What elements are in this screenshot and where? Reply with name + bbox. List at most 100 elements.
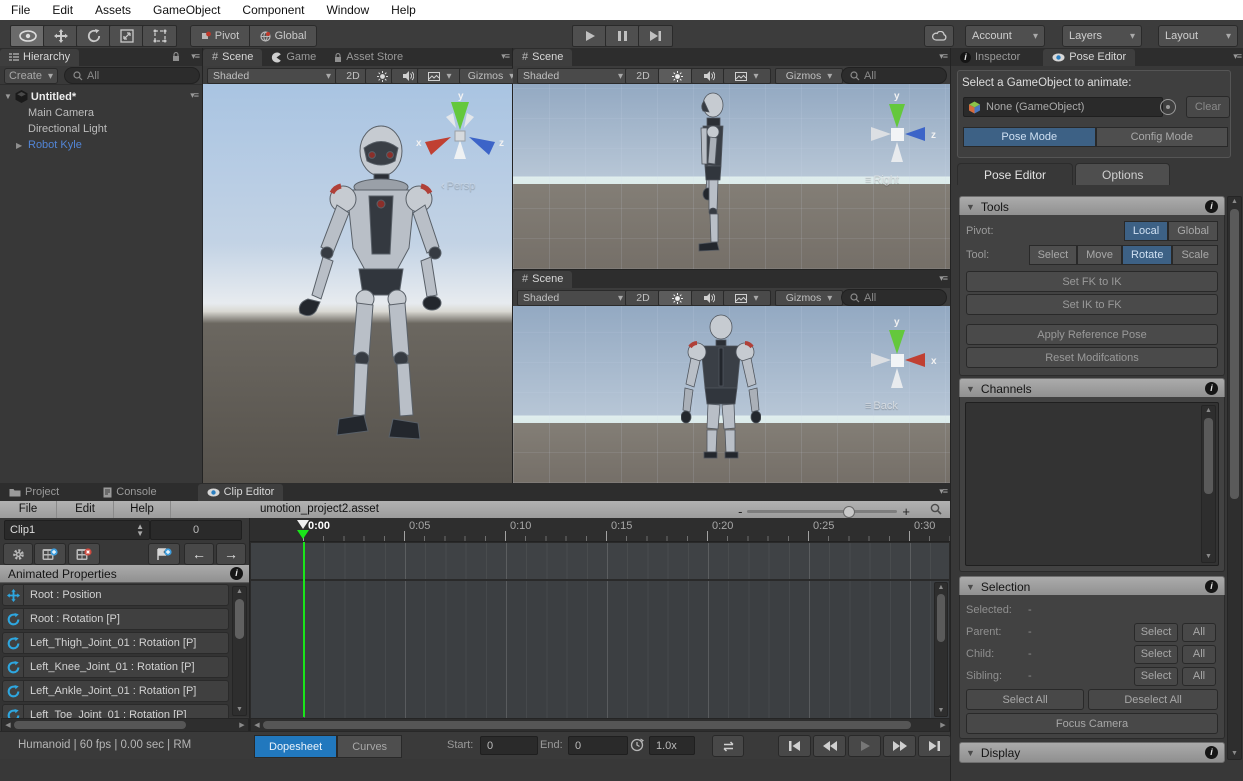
scale-tool-button[interactable] [109, 25, 144, 47]
play-button[interactable] [572, 25, 607, 47]
zoom-slider[interactable] [747, 510, 897, 513]
create-button[interactable]: Create [4, 68, 58, 84]
info-icon[interactable] [1205, 580, 1218, 593]
select-all-button[interactable]: Select All [966, 689, 1084, 710]
select-button[interactable]: Select [1134, 645, 1178, 664]
tab-scene[interactable]: # Scene [203, 49, 262, 66]
inspector-scrollbar[interactable]: ▲ ▼ [1227, 196, 1242, 760]
play-clip-button[interactable] [848, 735, 881, 757]
select-button[interactable]: Select [1134, 667, 1178, 686]
scroll-down-icon[interactable]: ▼ [1203, 552, 1214, 562]
effects-dropdown[interactable] [723, 68, 771, 84]
effects-dropdown[interactable] [417, 68, 463, 84]
scroll-up-icon[interactable]: ▲ [1203, 406, 1214, 416]
prev-key-button[interactable]: ← [184, 543, 214, 565]
step-button[interactable] [638, 25, 673, 47]
tab-inspector[interactable]: Inspector [951, 49, 1029, 66]
all-button[interactable]: All [1182, 667, 1216, 686]
scene-search-input[interactable]: All [841, 67, 947, 84]
cloud-button[interactable] [924, 25, 954, 47]
scene-right-panel-menu[interactable] [939, 51, 947, 62]
bottom-panel-menu[interactable] [939, 486, 947, 497]
scene-row-menu[interactable] [190, 90, 198, 101]
tool-move[interactable]: Move [1077, 245, 1122, 265]
skip-start-button[interactable] [778, 735, 811, 757]
scroll-thumb[interactable] [937, 594, 945, 642]
persp-label[interactable]: ‹Persp [441, 180, 475, 192]
scroll-thumb[interactable] [235, 599, 244, 639]
audio-toggle[interactable] [691, 68, 727, 84]
hierarchy-item-directional-light[interactable]: Directional Light [0, 121, 202, 137]
settings-button[interactable] [3, 543, 33, 565]
tab-asset-store[interactable]: Asset Store [325, 49, 412, 66]
subtab-options[interactable]: Options [1075, 163, 1170, 185]
scroll-left-icon[interactable]: ◀ [2, 721, 14, 729]
tool-scale[interactable]: Scale [1172, 245, 1218, 265]
property-row-left-ankle-joint-01-rotation-p-[interactable]: Left_Ankle_Joint_01 : Rotation [P] [2, 680, 229, 702]
menu-item-help[interactable]: Help [380, 0, 427, 20]
loop-button[interactable] [712, 735, 744, 757]
property-row-root-position[interactable]: Root : Position [2, 584, 229, 606]
scroll-right-icon[interactable]: ▶ [236, 721, 248, 729]
info-icon[interactable] [1205, 200, 1218, 213]
channels-scrollbar[interactable]: ▲ ▼ [1201, 405, 1216, 563]
scene-main-panel-menu[interactable] [501, 51, 509, 62]
mode-pose-mode[interactable]: Pose Mode [963, 127, 1096, 147]
effects-dropdown[interactable] [723, 290, 771, 306]
viewtab-curves[interactable]: Curves [337, 735, 402, 758]
skip-end-button[interactable] [918, 735, 951, 757]
scene-back-panel-menu[interactable] [939, 273, 947, 284]
ortho-axis-gizmo[interactable]: y x [855, 314, 939, 394]
next-key-button[interactable]: → [216, 543, 246, 565]
dopesheet-grid[interactable]: ▲ ▼ [250, 580, 950, 719]
tab-scene-right[interactable]: # Scene [513, 49, 572, 66]
layers-dropdown[interactable]: Layers [1062, 25, 1142, 47]
hierarchy-item-main-camera[interactable]: Main Camera [0, 105, 202, 121]
shading-dropdown[interactable]: Shaded [207, 68, 337, 84]
scene-search-input[interactable]: All [841, 289, 947, 306]
select-button[interactable]: Select [1134, 623, 1178, 642]
mode-config-mode[interactable]: Config Mode [1096, 127, 1229, 147]
tools-button-set-fk-to-ik[interactable]: Set FK to IK [966, 271, 1218, 292]
scroll-left-icon[interactable]: ◀ [251, 721, 263, 729]
scene-main-viewport[interactable]: y x z ‹Persp [203, 84, 512, 483]
zoom-slider-thumb[interactable] [843, 506, 855, 518]
add-clip-button[interactable] [34, 543, 66, 565]
rect-tool-button[interactable] [142, 25, 177, 47]
tab-console[interactable]: Console [94, 484, 165, 501]
channels-section-header[interactable]: ▼ Channels [959, 378, 1225, 399]
right-view-label[interactable]: ≡Right [865, 174, 899, 186]
expand-arrow-icon[interactable]: ▶ [16, 141, 22, 150]
scroll-up-icon[interactable]: ▲ [936, 583, 946, 593]
tool-rotate[interactable]: Rotate [1122, 245, 1172, 265]
menu-item-window[interactable]: Window [315, 0, 380, 20]
timeline-hscrollbar[interactable]: ◀ ▶ [250, 718, 950, 732]
fast-forward-button[interactable] [883, 735, 916, 757]
magnifier-icon[interactable] [930, 503, 942, 515]
move-tool-button[interactable] [43, 25, 78, 47]
clip-menu-help[interactable]: Help [114, 501, 171, 518]
account-dropdown[interactable]: Account [965, 25, 1045, 47]
delete-clip-button[interactable] [68, 543, 100, 565]
properties-hscrollbar[interactable]: ◀ ▶ [1, 718, 249, 732]
tab-pose-editor[interactable]: Pose Editor [1043, 49, 1135, 66]
subtab-pose-editor[interactable]: Pose Editor [957, 163, 1073, 185]
global-toggle-button[interactable]: Global [249, 25, 317, 47]
tools-button-apply-reference-pose[interactable]: Apply Reference Pose [966, 324, 1218, 345]
properties-scrollbar[interactable]: ▲ ▼ [232, 586, 247, 716]
ortho-axis-gizmo[interactable]: y z [855, 88, 939, 168]
tools-button-reset-modifcations[interactable]: Reset Modifcations [966, 347, 1218, 368]
hierarchy-panel-menu[interactable] [191, 51, 199, 62]
scene-right-viewport[interactable]: y z ≡Right [513, 84, 950, 269]
tab-project[interactable]: Project [0, 484, 68, 501]
scroll-thumb[interactable] [1204, 418, 1213, 494]
back-view-label[interactable]: ≡Back [865, 400, 898, 412]
playhead-line[interactable] [303, 542, 305, 717]
property-row-left-thigh-joint-01-rotation-p-[interactable]: Left_Thigh_Joint_01 : Rotation [P] [2, 632, 229, 654]
tab-scene-back[interactable]: # Scene [513, 271, 572, 288]
display-section-header[interactable]: ▼ Display [959, 742, 1225, 763]
scroll-up-icon[interactable]: ▲ [1229, 197, 1240, 207]
channels-list[interactable]: ▲ ▼ [965, 402, 1219, 566]
shading-dropdown[interactable]: Shaded [517, 68, 629, 84]
dopesheet-summary-row[interactable] [250, 542, 950, 580]
